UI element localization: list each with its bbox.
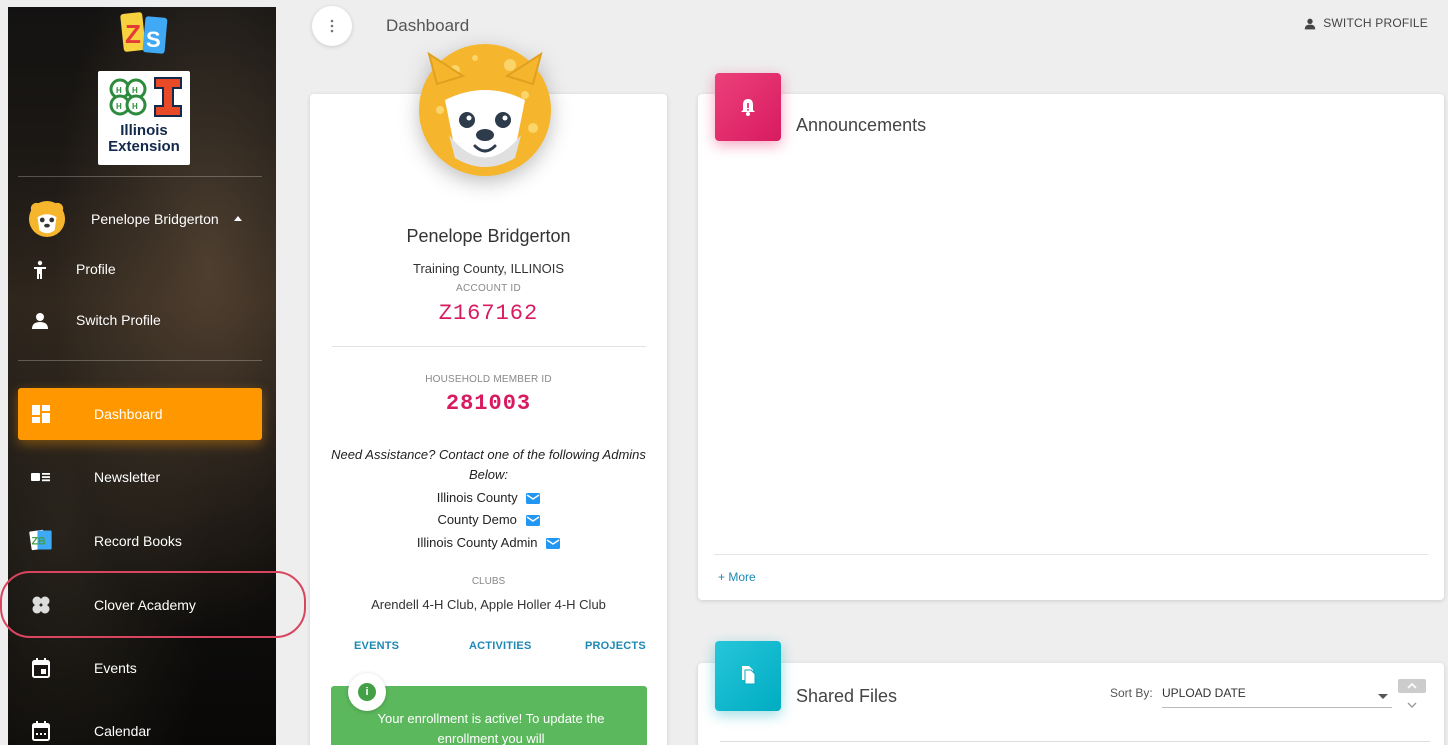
household-member-id-label: HOUSEHOLD MEMBER ID	[425, 374, 552, 385]
person-walking-icon	[34, 260, 46, 279]
sidebar-item-events[interactable]: Events	[18, 642, 262, 694]
sidebar-link-switch-profile[interactable]: Switch Profile	[8, 301, 276, 341]
admin-contact[interactable]: Illinois County Admin	[310, 535, 667, 550]
mail-icon[interactable]	[526, 493, 541, 505]
assistance-text: Need Assistance? Contact one of the foll…	[331, 447, 646, 482]
chevron-up-icon	[1407, 682, 1417, 689]
switch-profile-button[interactable]: SWITCH PROFILE	[1303, 16, 1428, 36]
account-id-label: ACCOUNT ID	[455, 283, 522, 294]
sort-by-select[interactable]: UPLOAD DATE	[1162, 682, 1392, 708]
announcements-title: Announcements	[796, 115, 927, 135]
record-books-icon: ZB	[29, 529, 52, 551]
tab-activities[interactable]: ACTIVITIES	[469, 640, 532, 652]
clubs-list: Arendell 4-H Club, Apple Holler 4-H Club	[371, 597, 606, 612]
svg-text:H: H	[132, 86, 138, 95]
sidebar-item-label: Events	[94, 660, 137, 676]
sort-by-label: Sort By:	[1110, 686, 1153, 700]
chevron-down-icon[interactable]	[1405, 700, 1419, 710]
more-vert-icon	[330, 19, 334, 33]
user-avatar	[28, 200, 66, 238]
profile-divider	[332, 346, 646, 347]
sidebar-divider	[18, 176, 262, 177]
svg-text:H: H	[116, 102, 122, 111]
svg-text:H: H	[116, 86, 122, 95]
announcements-more-link[interactable]: + More	[718, 570, 756, 584]
sidebar-link-profile[interactable]: Profile	[8, 250, 276, 290]
sidebar-link-label: Switch Profile	[76, 312, 161, 328]
sidebar-link-label: Profile	[76, 261, 116, 277]
scroll-up-button[interactable]	[1398, 679, 1426, 693]
calendar-icon	[32, 721, 50, 741]
sidebar-item-dashboard[interactable]: Dashboard	[18, 388, 262, 440]
svg-text:H: H	[132, 102, 138, 111]
switch-profile-label: SWITCH PROFILE	[1323, 16, 1428, 30]
svg-text:ZB: ZB	[32, 536, 46, 548]
profile-card: Penelope Bridgerton Training County, ILL…	[310, 94, 667, 745]
admin-name: Illinois County	[436, 490, 518, 505]
person-icon	[1304, 18, 1316, 30]
newsletter-icon	[31, 473, 50, 482]
user-name: Penelope Bridgerton	[91, 211, 219, 227]
shared-files-divider	[720, 741, 1430, 742]
zsuite-logo[interactable]: Z S	[118, 9, 172, 57]
four-h-clover-icon: H H H H	[109, 78, 147, 116]
person-icon	[32, 313, 48, 329]
admin-contact[interactable]: Illinois County	[310, 490, 667, 505]
mail-icon[interactable]	[546, 538, 561, 550]
account-id-value: Z167162	[438, 301, 539, 326]
svg-text:S: S	[146, 27, 161, 52]
event-icon	[32, 658, 50, 678]
sidebar-item-label: Record Books	[94, 533, 182, 549]
sidebar-item-calendar[interactable]: Calendar	[18, 705, 262, 745]
sidebar-item-record-books[interactable]: ZB Record Books	[18, 515, 262, 567]
clover-academy-highlight	[0, 571, 306, 638]
sidebar-item-label: Newsletter	[94, 469, 161, 485]
page-title: Dashboard	[386, 16, 470, 35]
sidebar-item-newsletter[interactable]: Newsletter	[18, 451, 262, 503]
profile-avatar	[419, 44, 551, 176]
illinois-block-i-icon	[154, 77, 182, 117]
bell-alert-icon	[741, 99, 755, 116]
sidebar-item-label: Calendar	[94, 723, 151, 739]
sidebar-divider	[18, 360, 262, 361]
admin-name: County Demo	[437, 512, 517, 527]
tab-projects[interactable]: PROJECTS	[585, 640, 646, 652]
illinois-extension-logo: H H H H Illinois Extension	[98, 71, 190, 165]
profile-county: Training County, ILLINOIS	[412, 261, 564, 276]
svg-text:Z: Z	[125, 19, 141, 49]
mail-icon[interactable]	[525, 515, 540, 527]
sidebar-item-label: Dashboard	[94, 406, 163, 422]
caret-up-icon	[234, 216, 242, 221]
clubs-label: CLUBS	[471, 576, 506, 587]
dashboard-icon	[32, 405, 50, 423]
admin-name: Illinois County Admin	[416, 535, 538, 550]
extension-logo-text: Illinois Extension	[108, 122, 180, 155]
enrollment-message: Your enrollment is active! To update the…	[377, 711, 605, 745]
household-member-id-value: 281003	[445, 391, 532, 416]
user-menu-toggle[interactable]: Penelope Bridgerton	[28, 200, 268, 240]
info-icon: i	[358, 683, 376, 701]
admin-contact[interactable]: County Demo	[310, 512, 667, 527]
info-badge[interactable]: i	[348, 673, 386, 711]
shared-files-badge	[715, 641, 781, 711]
announcements-badge	[715, 73, 781, 141]
announcements-card: + More	[698, 94, 1444, 600]
shared-files-title: Shared Files	[796, 686, 898, 706]
dropdown-arrow-icon	[1378, 694, 1388, 699]
sort-by-value: UPLOAD DATE	[1162, 686, 1246, 700]
file-copy-icon	[742, 666, 756, 685]
sidebar-menu-button[interactable]	[312, 6, 352, 46]
announcements-divider	[714, 554, 1428, 555]
profile-name: Penelope Bridgerton	[406, 226, 571, 246]
tab-events[interactable]: EVENTS	[354, 640, 399, 652]
